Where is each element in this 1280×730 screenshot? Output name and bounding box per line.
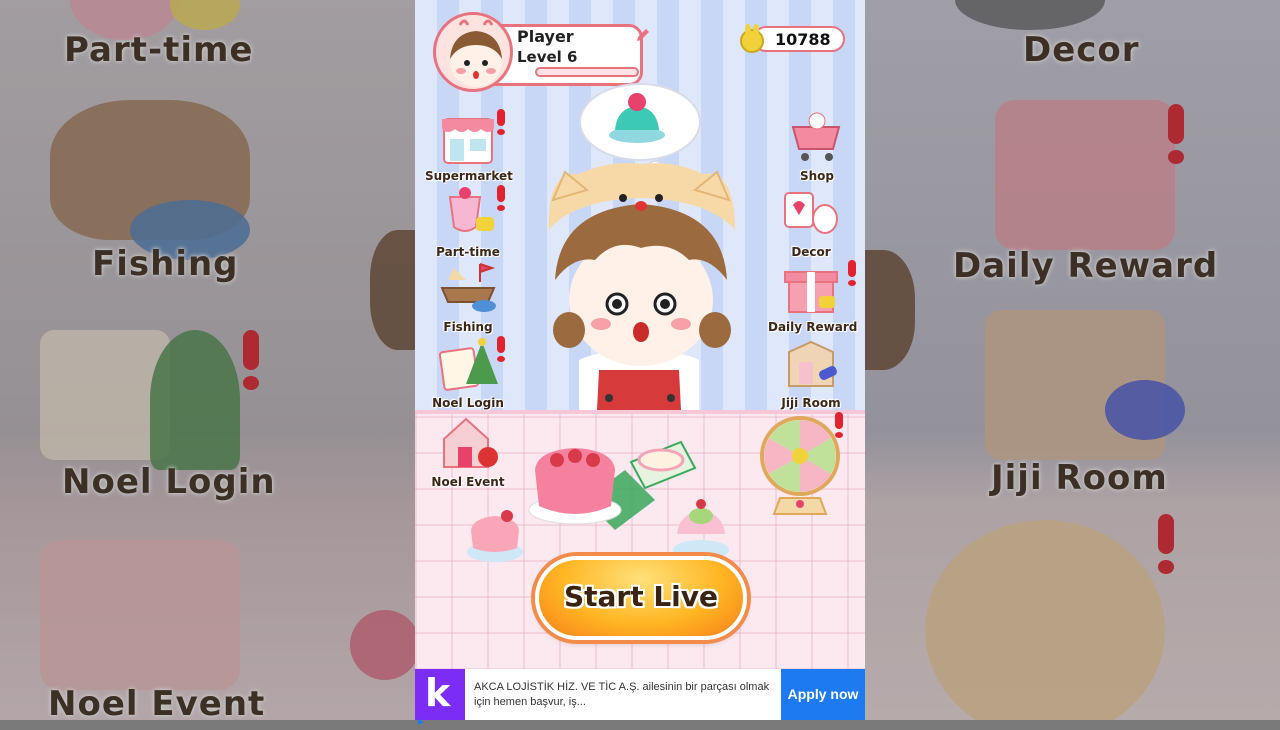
avatar [433, 12, 513, 92]
player-level: Level 6 [517, 48, 578, 66]
menu-jiji-room[interactable]: Jiji Room [768, 334, 854, 410]
start-live-button[interactable]: Start Live [535, 556, 747, 640]
dessert-display [465, 430, 745, 570]
menu-part-time[interactable]: Part-time [425, 183, 511, 259]
menu-label: Jiji Room [781, 396, 841, 410]
dim-overlay [0, 0, 415, 720]
menu-fishing[interactable]: Fishing [425, 258, 511, 334]
menu-label: Fishing [443, 320, 493, 334]
menu-label: Supermarket [425, 169, 513, 183]
ad-text: AKCA LOJİSTİK HİZ. VE TİC A.Ş. ailesinin… [474, 681, 770, 708]
fishing-boat-icon [436, 258, 500, 318]
apply-now-button[interactable]: Apply now [781, 669, 865, 720]
advertiser-logo-letter: k [425, 671, 451, 715]
menu-daily-reward[interactable]: Daily Reward [768, 258, 858, 334]
gold-bunny-coin-icon [737, 24, 767, 54]
alert-icon [497, 109, 505, 135]
background-left-panel: Part-time Fishing Noel Login Noel Event [0, 0, 415, 720]
room-icon [779, 334, 843, 394]
supermarket-icon [436, 107, 500, 167]
ad-banner[interactable]: k AKCA LOJİSTİK HİZ. VE TİC A.Ş. ailesin… [415, 669, 865, 725]
menu-label: Decor [791, 245, 831, 259]
alert-icon [848, 260, 856, 286]
coin-amount: 10788 [775, 30, 831, 49]
menu-noel-login[interactable]: Noel Login [425, 334, 511, 410]
pencil-icon[interactable] [635, 27, 651, 43]
prize-wheel-icon [760, 412, 840, 520]
background-right-panel: Decor Daily Reward Jiji Room [865, 0, 1280, 720]
xmas-calendar-icon [436, 334, 500, 394]
menu-label: Shop [799, 169, 835, 183]
menu-supermarket[interactable]: Supermarket [425, 107, 513, 183]
menu-prize-wheel[interactable] [757, 412, 843, 524]
start-live-label: Start Live [563, 580, 719, 613]
player-name: Player [517, 27, 574, 46]
shopping-cart-icon [785, 107, 849, 167]
gift-box-icon [779, 258, 843, 318]
main-character [539, 160, 749, 410]
menu-label: Noel Login [432, 396, 504, 410]
dim-overlay [865, 0, 1280, 720]
menu-decor[interactable]: Decor [768, 183, 854, 259]
menu-label: Daily Reward [768, 320, 858, 334]
decor-hairdryer-icon [779, 183, 843, 243]
part-time-drink-icon [436, 183, 500, 243]
xp-progress-bar [535, 67, 639, 77]
alert-icon [835, 412, 843, 438]
menu-label: Part-time [436, 245, 500, 259]
coin-counter: 10788 [737, 24, 845, 54]
alert-icon [497, 185, 505, 211]
ad-choices-icon[interactable] [417, 711, 425, 725]
game-screen: Player Level 6 10788 Supermarket Part-ti… [415, 0, 865, 720]
menu-shop[interactable]: Shop [774, 107, 860, 183]
alert-icon [497, 336, 505, 362]
